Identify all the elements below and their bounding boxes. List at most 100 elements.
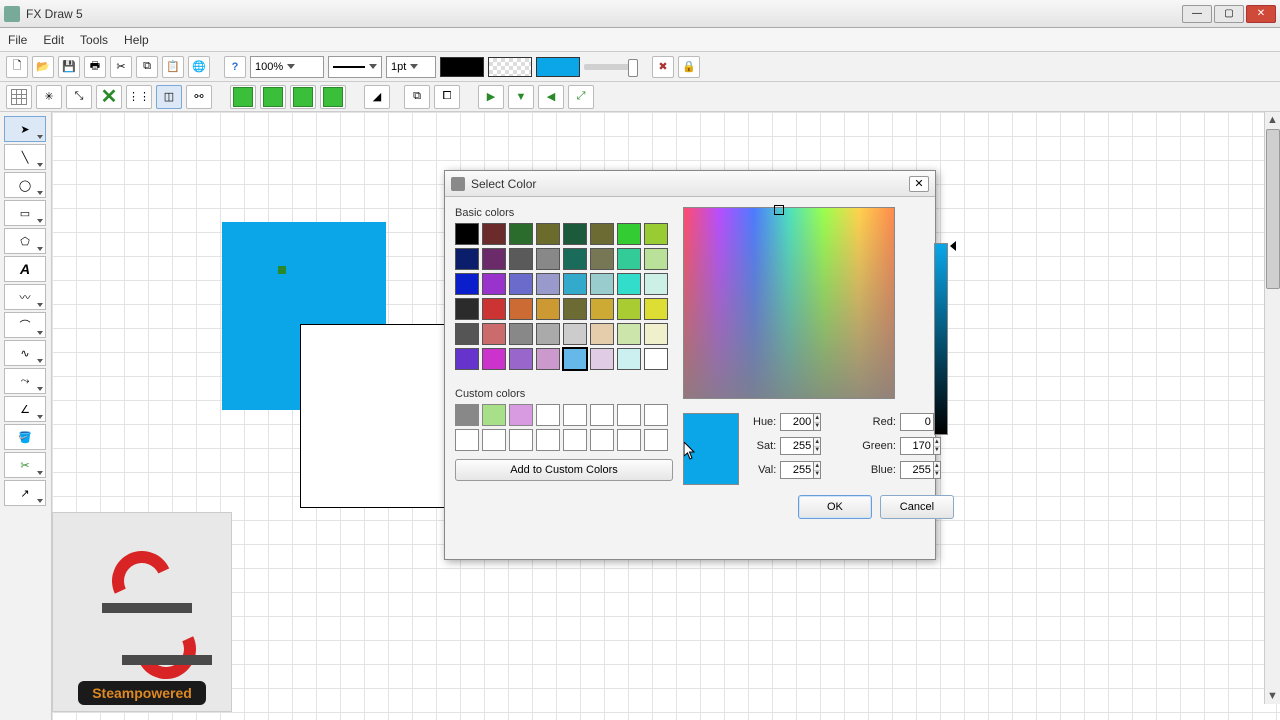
fill-tool[interactable]: 🪣 [4, 424, 46, 450]
custom-color-swatch[interactable] [536, 429, 560, 451]
basic-color-swatch[interactable] [509, 323, 533, 345]
gradient-crosshair[interactable] [774, 205, 784, 215]
cut-button[interactable]: ✂ [110, 56, 132, 78]
basic-color-swatch[interactable] [509, 223, 533, 245]
scissors-tool[interactable]: ✂ [4, 452, 46, 478]
lineweight-dropdown[interactable]: 1pt [386, 56, 436, 78]
dots-grid[interactable]: ⋮⋮ [126, 85, 152, 109]
bezier-tool[interactable]: ⤳ [4, 368, 46, 394]
shape-handle[interactable] [278, 266, 286, 274]
value-slider[interactable] [934, 243, 948, 435]
scroll-up-arrow[interactable]: ▲ [1265, 112, 1280, 128]
basic-color-swatch[interactable] [509, 348, 533, 370]
basic-color-swatch[interactable] [617, 273, 641, 295]
text-tool[interactable]: A [4, 256, 46, 282]
basic-color-swatch[interactable] [455, 348, 479, 370]
blue-input[interactable] [900, 461, 934, 479]
basic-color-swatch[interactable] [482, 223, 506, 245]
basic-color-swatch[interactable] [590, 348, 614, 370]
basic-color-swatch[interactable] [617, 298, 641, 320]
import-left[interactable]: ◀ [538, 85, 564, 109]
lock-button[interactable]: 🔒 [678, 56, 700, 78]
basic-color-swatch[interactable] [455, 248, 479, 270]
basic-color-swatch[interactable] [617, 348, 641, 370]
basic-color-swatch[interactable] [455, 323, 479, 345]
val-spinner[interactable]: ▲▼ [814, 461, 821, 479]
basic-color-swatch[interactable] [563, 223, 587, 245]
custom-color-swatch[interactable] [563, 429, 587, 451]
basic-color-swatch[interactable] [482, 298, 506, 320]
basic-color-swatch[interactable] [455, 223, 479, 245]
basic-color-swatch[interactable] [617, 248, 641, 270]
custom-color-swatch[interactable] [617, 429, 641, 451]
basic-color-swatch[interactable] [590, 248, 614, 270]
basic-color-swatch[interactable] [590, 273, 614, 295]
basic-color-swatch[interactable] [563, 298, 587, 320]
custom-color-swatch[interactable] [455, 429, 479, 451]
snap-toggle[interactable]: ⤡ [66, 85, 92, 109]
open-button[interactable]: 📂 [32, 56, 54, 78]
basic-color-swatch[interactable] [563, 248, 587, 270]
import-up[interactable]: ⤢ [568, 85, 594, 109]
custom-color-swatch[interactable] [482, 404, 506, 426]
select-tool[interactable]: ➤ [4, 116, 46, 142]
help-button[interactable]: ? [224, 56, 246, 78]
maximize-button[interactable]: ▢ [1214, 5, 1244, 23]
arc-tool[interactable]: ⌒ [4, 312, 46, 338]
delete-button[interactable]: ✖ [652, 56, 674, 78]
opacity-slider[interactable] [584, 64, 634, 70]
custom-color-swatch[interactable] [455, 404, 479, 426]
print-button[interactable]: 🖶 [84, 56, 106, 78]
basic-color-swatch[interactable] [509, 248, 533, 270]
basic-color-swatch[interactable] [563, 348, 587, 370]
basic-color-swatch[interactable] [617, 323, 641, 345]
custom-color-swatch[interactable] [617, 404, 641, 426]
blue-spinner[interactable]: ▲▼ [934, 461, 941, 479]
basic-color-swatch[interactable] [590, 298, 614, 320]
dialog-titlebar[interactable]: Select Color ✕ [445, 171, 935, 197]
basic-color-swatch[interactable] [563, 273, 587, 295]
basic-color-swatch[interactable] [590, 223, 614, 245]
basic-color-swatch[interactable] [509, 298, 533, 320]
arrow-tool[interactable]: ↗ [4, 480, 46, 506]
angle-tool[interactable]: ∠ [4, 396, 46, 422]
spline-tool[interactable]: ∿ [4, 340, 46, 366]
custom-color-swatch[interactable] [509, 429, 533, 451]
copy-button[interactable]: ⧉ [136, 56, 158, 78]
basic-color-swatch[interactable] [536, 273, 560, 295]
send-backward[interactable] [290, 85, 316, 109]
cancel-action[interactable]: ✕ [96, 85, 122, 109]
basic-color-swatch[interactable] [644, 348, 668, 370]
basic-color-swatch[interactable] [482, 273, 506, 295]
cancel-button[interactable]: Cancel [880, 495, 954, 519]
menu-file[interactable]: File [8, 33, 27, 47]
custom-color-swatch[interactable] [536, 404, 560, 426]
zoom-dropdown[interactable]: 100% [250, 56, 324, 78]
fill-color-swatch[interactable] [536, 57, 580, 77]
hue-spinner[interactable]: ▲▼ [814, 413, 821, 431]
sat-input[interactable] [780, 437, 814, 455]
basic-color-swatch[interactable] [509, 273, 533, 295]
basic-color-swatch[interactable] [482, 323, 506, 345]
bring-forward[interactable] [260, 85, 286, 109]
basic-color-swatch[interactable] [455, 273, 479, 295]
basic-color-swatch[interactable] [617, 223, 641, 245]
fill-pattern-swatch[interactable] [488, 57, 532, 77]
basic-color-swatch[interactable] [536, 248, 560, 270]
basic-color-swatch[interactable] [482, 248, 506, 270]
line-color-swatch[interactable] [440, 57, 484, 77]
minimize-button[interactable]: — [1182, 5, 1212, 23]
bring-front[interactable] [230, 85, 256, 109]
basic-color-swatch[interactable] [536, 223, 560, 245]
basic-color-swatch[interactable] [455, 298, 479, 320]
custom-color-swatch[interactable] [563, 404, 587, 426]
close-button[interactable]: ✕ [1246, 5, 1276, 23]
export-down[interactable]: ▼ [508, 85, 534, 109]
basic-color-swatch[interactable] [644, 273, 668, 295]
menu-help[interactable]: Help [124, 33, 149, 47]
basic-color-swatch[interactable] [644, 323, 668, 345]
basic-color-swatch[interactable] [590, 323, 614, 345]
web-button[interactable]: 🌐 [188, 56, 210, 78]
custom-color-swatch[interactable] [590, 404, 614, 426]
custom-color-swatch[interactable] [644, 404, 668, 426]
